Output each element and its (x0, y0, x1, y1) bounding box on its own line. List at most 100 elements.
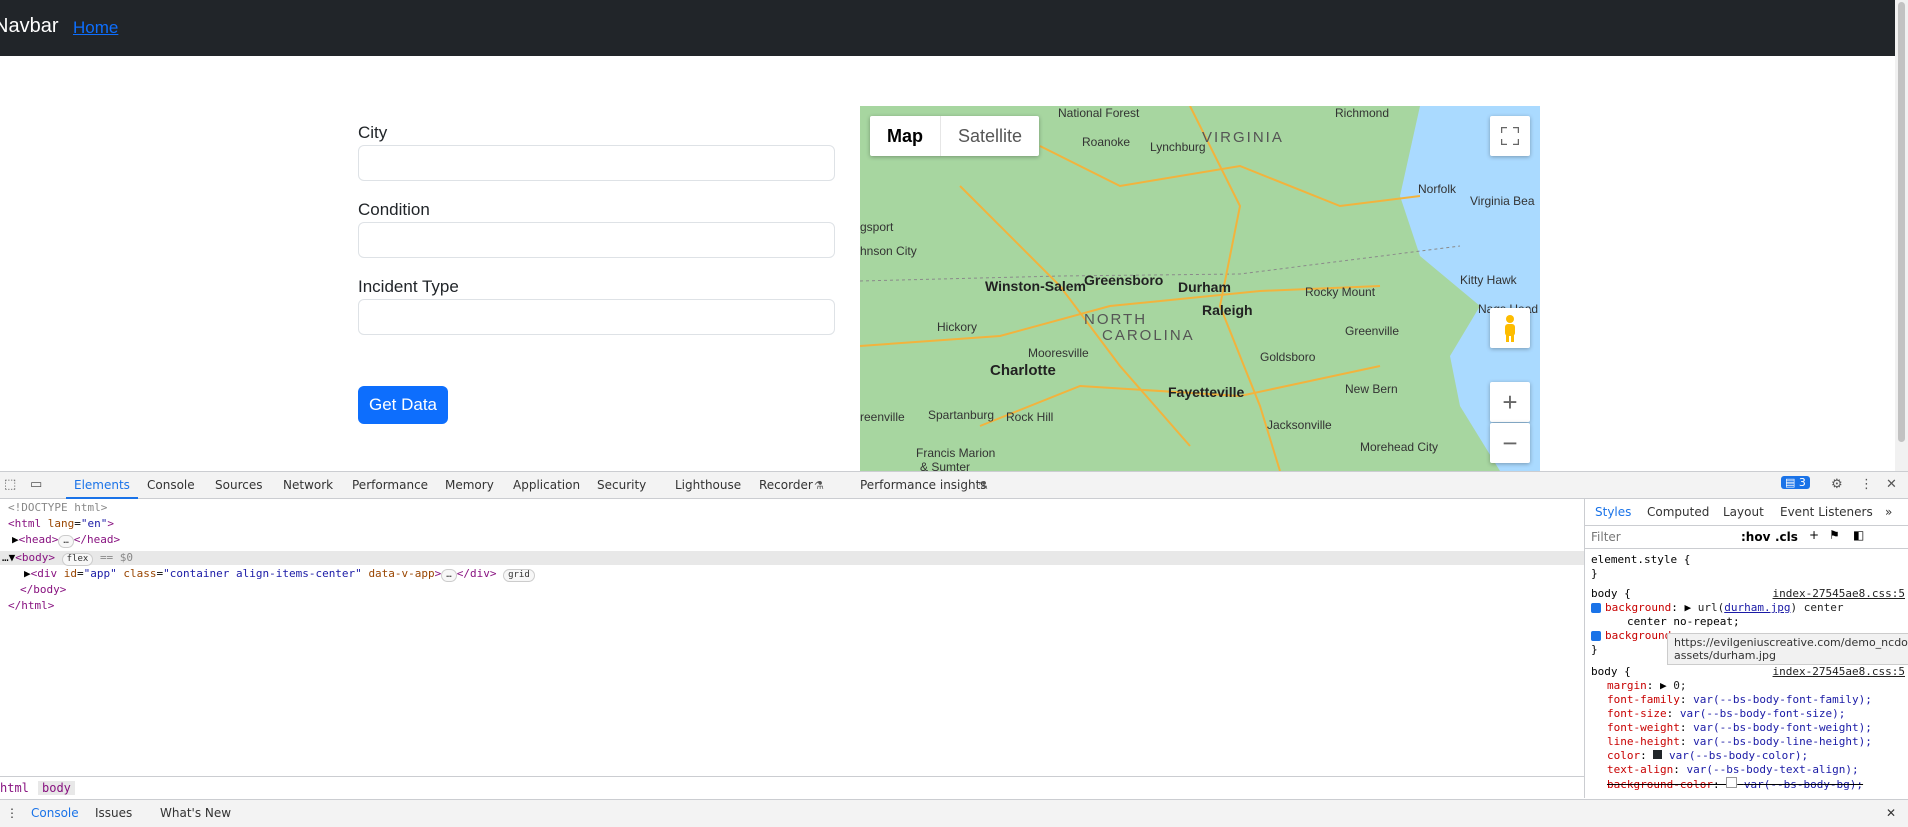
property-value: 0; (1673, 679, 1687, 692)
property-name: background (1605, 629, 1672, 642)
rule-selector[interactable]: body { (1591, 587, 1631, 600)
property-name: margin (1607, 679, 1647, 692)
color-swatch[interactable] (1653, 750, 1663, 759)
css-property-row[interactable]: font-weight: var(--bs-body-font-weight); (1607, 721, 1872, 734)
navbar: Navbar Home (0, 0, 1895, 56)
map-label: gsport (860, 220, 894, 234)
tab-event-listeners[interactable]: Event Listeners (1780, 505, 1873, 519)
tab-application[interactable]: Application (513, 478, 580, 492)
tab-network[interactable]: Network (283, 478, 333, 492)
close-devtools-icon[interactable]: ✕ (1886, 477, 1897, 492)
property-checkbox[interactable] (1591, 631, 1601, 641)
device-toolbar-icon[interactable]: ▭ (30, 477, 42, 492)
breadcrumb-html[interactable]: html (0, 781, 29, 795)
tab-layout[interactable]: Layout (1723, 505, 1764, 519)
rule-selector[interactable]: body { (1591, 665, 1631, 678)
flask-icon: ⚗ (814, 479, 824, 492)
tab-lighthouse[interactable]: Lighthouse (675, 478, 741, 492)
dom-html-open[interactable]: <html lang="en"> (8, 517, 114, 530)
flex-badge[interactable]: flex (61, 553, 94, 566)
map-label: Hickory (937, 320, 978, 334)
paint-brush-icon[interactable]: ⚑ (1829, 528, 1840, 542)
dom-body[interactable]: …▼<body> flex == $0 (2, 551, 133, 566)
element-style-rule[interactable]: element.style { (1591, 553, 1690, 566)
nav-link-home[interactable]: Home (73, 18, 118, 38)
map-type-control: Map Satellite (870, 116, 1040, 156)
map-type-satellite-button[interactable]: Satellite (941, 116, 1039, 156)
url-link[interactable]: durham.jpg (1724, 601, 1790, 614)
more-tabs-icon[interactable]: » (1885, 505, 1892, 519)
rule-source-link[interactable]: index-27545ae8.css:5 (1773, 665, 1905, 678)
issues-badge[interactable]: ▤ 3 (1781, 476, 1810, 489)
grid-badge[interactable]: grid (503, 569, 535, 582)
property-value: url( (1697, 601, 1725, 614)
incident-type-input[interactable] (358, 299, 835, 335)
css-property-row[interactable]: text-align: var(--bs-body-text-align); (1607, 763, 1859, 776)
filter-input[interactable]: Filter (1591, 530, 1621, 544)
inspect-element-icon[interactable]: ⬚ (4, 477, 16, 492)
tab-sources[interactable]: Sources (215, 478, 262, 492)
css-property-row[interactable]: margin: ▶ 0; (1607, 679, 1687, 692)
incident-type-label: Incident Type (358, 277, 459, 296)
highway (1039, 145, 1421, 208)
property-name: font-weight (1607, 721, 1680, 734)
map-label: & Sumter (920, 460, 971, 471)
condition-input[interactable] (358, 222, 835, 258)
dom-doctype[interactable]: <!DOCTYPE html> (8, 501, 107, 514)
css-property-row[interactable]: background: ▶ url(durham.jpg) center (1591, 601, 1843, 614)
pegman-button[interactable] (1490, 308, 1530, 348)
hov-toggle[interactable]: :hov (1741, 530, 1770, 544)
css-property-row[interactable]: font-size: var(--bs-body-font-size); (1607, 707, 1845, 720)
css-property-row[interactable]: background-color: var(--bs-body-bg); (1607, 777, 1863, 791)
get-data-button[interactable]: Get Data (358, 386, 448, 424)
drawer-tab-issues[interactable]: Issues (95, 806, 132, 820)
map-label: Roanoke (1082, 135, 1131, 149)
scrollbar-thumb[interactable] (1898, 2, 1905, 442)
tab-computed[interactable]: Computed (1647, 505, 1709, 519)
css-property-row[interactable]: font-family: var(--bs-body-font-family); (1607, 693, 1872, 706)
dom-div-app[interactable]: ▶<div id="app" class="container align-it… (24, 567, 535, 582)
dom-html-close[interactable]: </html> (8, 599, 54, 612)
fullscreen-button[interactable] (1490, 116, 1530, 156)
map[interactable]: National Forest Richmond VIRGINIA Roanok… (860, 106, 1540, 471)
zoom-out-button[interactable]: − (1490, 423, 1530, 463)
tab-recorder[interactable]: Recorder (759, 478, 813, 492)
page-scrollbar[interactable] (1895, 0, 1908, 471)
css-property-row[interactable]: background (1591, 629, 1671, 642)
more-options-icon[interactable]: ⋮ (1860, 477, 1873, 492)
zoom-in-button[interactable]: + (1490, 382, 1530, 422)
cls-toggle[interactable]: .cls (1775, 530, 1798, 544)
new-rule-icon[interactable]: + (1809, 528, 1819, 542)
drawer-tab-whats-new[interactable]: What's New (160, 806, 231, 820)
tag-name: <html (8, 517, 42, 530)
rule-close-brace: } (1591, 567, 1598, 580)
drawer-tab-console[interactable]: Console (31, 806, 79, 820)
dom-body-close[interactable]: </body> (20, 583, 66, 596)
tab-styles[interactable]: Styles (1595, 505, 1631, 519)
navbar-brand[interactable]: Navbar (0, 15, 58, 38)
color-swatch[interactable] (1726, 777, 1738, 788)
property-checkbox[interactable] (1591, 603, 1601, 613)
breadcrumb-body[interactable]: body (38, 781, 75, 795)
tab-memory[interactable]: Memory (445, 478, 494, 492)
css-property-row[interactable]: color: var(--bs-body-color); (1607, 749, 1808, 762)
tab-elements[interactable]: Elements (66, 478, 138, 499)
devtools-panel: ⬚ ▭ Elements Console Sources Network Per… (0, 471, 1908, 827)
toggle-sidebar-icon[interactable]: ◧ (1853, 528, 1864, 542)
property-name: background (1605, 601, 1672, 614)
tab-console[interactable]: Console (147, 478, 195, 492)
tab-security[interactable]: Security (597, 478, 646, 492)
css-property-row[interactable]: line-height: var(--bs-body-line-height); (1607, 735, 1872, 748)
tooltip-line: assets/durham.jpg (1674, 649, 1776, 662)
property-name: line-height (1607, 735, 1680, 748)
tab-performance-insights[interactable]: Performance insights (860, 478, 987, 492)
map-type-map-button[interactable]: Map (870, 116, 941, 156)
dom-head[interactable]: ▶<head>… </head> (12, 533, 120, 548)
rule-source-link[interactable]: index-27545ae8.css:5 (1773, 587, 1905, 600)
tag-name: <div (30, 567, 58, 580)
close-drawer-icon[interactable]: ✕ (1886, 806, 1896, 820)
tab-performance[interactable]: Performance (352, 478, 428, 492)
city-input[interactable] (358, 145, 835, 181)
settings-gear-icon[interactable]: ⚙ (1831, 477, 1843, 492)
drawer-menu-icon[interactable]: ⋮ (6, 806, 18, 820)
